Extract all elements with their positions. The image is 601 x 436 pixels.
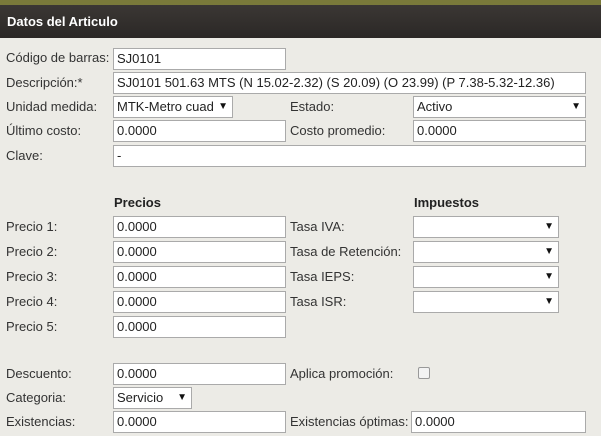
precio2-label: Precio 2: [6, 244, 58, 259]
estado-select[interactable]: Activo ▼ [413, 96, 586, 118]
clave-input[interactable]: - [113, 145, 586, 167]
chevron-down-icon: ▼ [544, 296, 554, 307]
tasa-ieps-label: Tasa IEPS: [290, 269, 355, 284]
chevron-down-icon: ▼ [544, 221, 554, 232]
chevron-down-icon: ▼ [571, 101, 581, 112]
estado-label: Estado: [290, 99, 335, 114]
precio5-label: Precio 5: [6, 319, 58, 334]
chevron-down-icon: ▼ [544, 246, 554, 257]
clave-label: Clave: [6, 148, 43, 163]
precio1-input[interactable]: 0.0000 [113, 216, 286, 238]
unidad-label: Unidad medida: [6, 99, 98, 114]
precio1-label: Precio 1: [6, 219, 58, 234]
descripcion-input[interactable]: SJ0101 501.63 MTS (N 15.02-2.32) (S 20.0… [113, 72, 586, 94]
precio4-label: Precio 4: [6, 294, 58, 309]
chevron-down-icon: ▼ [177, 392, 187, 403]
existencias-label: Existencias: [6, 414, 76, 429]
tasa-retencion-label: Tasa de Retención: [290, 244, 402, 259]
codigo-label: Código de barras: [6, 50, 110, 65]
chevron-down-icon: ▼ [218, 101, 228, 112]
precio4-input[interactable]: 0.0000 [113, 291, 286, 313]
costo-promedio-input[interactable]: 0.0000 [413, 120, 586, 142]
descripcion-label: Descripción:* [6, 75, 83, 90]
costo-promedio-label: Costo promedio: [290, 123, 386, 138]
chevron-down-icon: ▼ [544, 271, 554, 282]
tasa-iva-select[interactable]: ▼ [413, 216, 559, 238]
section-header: Datos del Articulo [0, 5, 601, 38]
estado-value: Activo [417, 99, 453, 114]
aplica-promocion-label: Aplica promoción: [290, 366, 394, 381]
impuestos-heading: Impuestos [414, 195, 480, 210]
unidad-value: MTK-Metro cuad [117, 99, 214, 114]
unidad-select[interactable]: MTK-Metro cuad ▼ [113, 96, 233, 118]
descuento-input[interactable]: 0.0000 [113, 363, 286, 385]
precios-heading: Precios [114, 195, 161, 210]
existencias-optimas-label: Existencias óptimas: [290, 414, 409, 429]
tasa-ieps-select[interactable]: ▼ [413, 266, 559, 288]
tasa-retencion-select[interactable]: ▼ [413, 241, 559, 263]
section-title: Datos del Articulo [7, 14, 118, 29]
categoria-select[interactable]: Servicio ▼ [113, 387, 192, 409]
tasa-iva-label: Tasa IVA: [290, 219, 345, 234]
categoria-value: Servicio [117, 390, 164, 405]
precio3-input[interactable]: 0.0000 [113, 266, 286, 288]
precio2-input[interactable]: 0.0000 [113, 241, 286, 263]
tasa-isr-label: Tasa ISR: [290, 294, 347, 309]
tasa-isr-select[interactable]: ▼ [413, 291, 559, 313]
categoria-label: Categoria: [6, 390, 66, 405]
precio3-label: Precio 3: [6, 269, 58, 284]
existencias-optimas-input[interactable]: 0.0000 [411, 411, 586, 433]
existencias-input[interactable]: 0.0000 [113, 411, 286, 433]
aplica-promocion-checkbox[interactable] [418, 367, 430, 379]
ultimo-costo-label: Último costo: [6, 123, 82, 138]
descuento-label: Descuento: [6, 366, 72, 381]
codigo-input[interactable]: SJ0101 [113, 48, 286, 70]
precio5-input[interactable]: 0.0000 [113, 316, 286, 338]
ultimo-costo-input[interactable]: 0.0000 [113, 120, 286, 142]
